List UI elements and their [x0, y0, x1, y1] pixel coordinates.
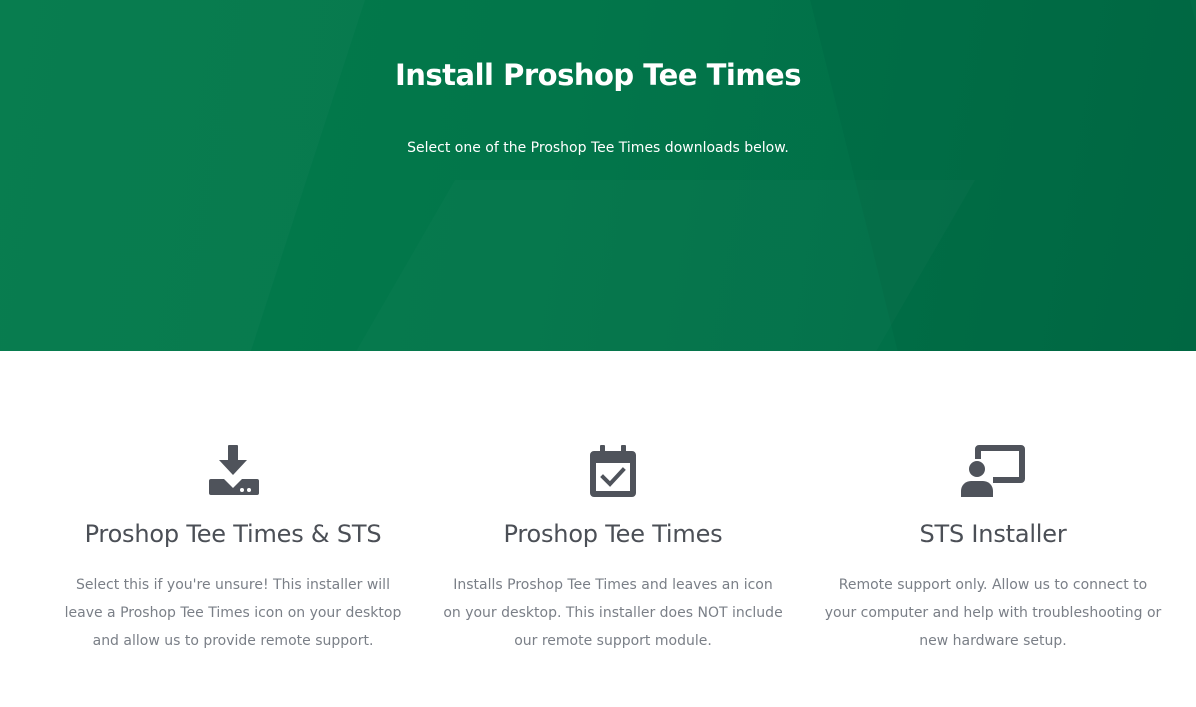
- download-title[interactable]: Proshop Tee Times & STS: [53, 517, 413, 551]
- hero-background-shape: [800, 0, 1196, 351]
- download-title[interactable]: STS Installer: [813, 517, 1173, 551]
- download-description: Select this if you're unsure! This insta…: [64, 577, 402, 649]
- download-description: Remote support only. Allow us to connect…: [824, 577, 1162, 649]
- remote-support-icon[interactable]: [961, 445, 1025, 497]
- calendar-check-icon[interactable]: [581, 445, 645, 497]
- hero-background-shape: [0, 0, 384, 351]
- hero-background-shape: [305, 180, 975, 351]
- download-description: Installs Proshop Tee Times and leaves an…: [443, 577, 783, 649]
- page-subtitle: Select one of the Proshop Tee Times down…: [407, 140, 789, 156]
- download-options: Proshop Tee Times & STS Select this if y…: [0, 351, 1196, 707]
- hero-banner: Install Proshop Tee Times Select one of …: [0, 0, 1196, 351]
- page-title: Install Proshop Tee Times: [394, 58, 802, 92]
- download-title[interactable]: Proshop Tee Times: [433, 517, 793, 551]
- download-icon[interactable]: [201, 445, 265, 497]
